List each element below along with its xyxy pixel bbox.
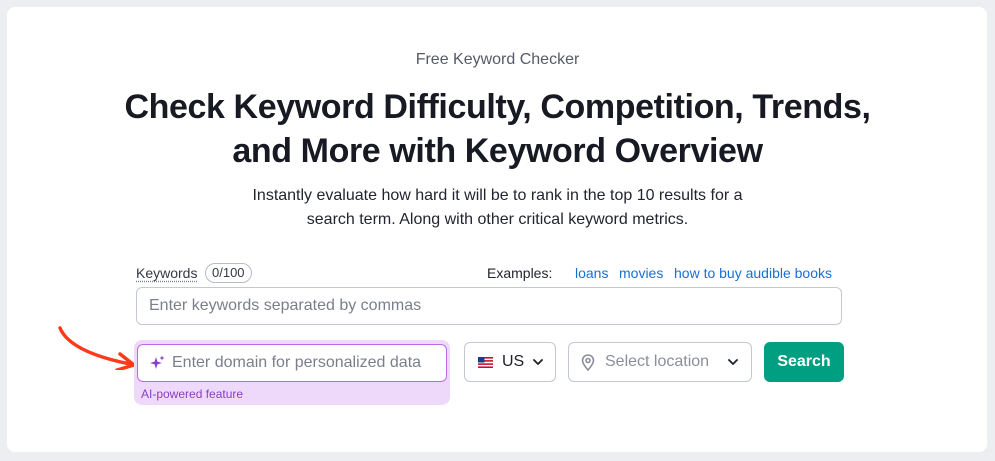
- location-select[interactable]: Select location: [568, 342, 752, 382]
- red-pointer-arrow-icon: [58, 326, 136, 370]
- sparkle-icon: [150, 355, 165, 369]
- chevron-down-icon: [533, 359, 543, 365]
- page-subtitle: Instantly evaluate how hard it will be t…: [230, 184, 765, 232]
- headline-line-1: Check Keyword Difficulty, Competition, T…: [124, 88, 871, 126]
- example-link-movies[interactable]: movies: [619, 265, 663, 281]
- domain-input[interactable]: [172, 345, 442, 380]
- country-selected-value: US: [502, 353, 525, 370]
- keywords-label: Keywords: [136, 265, 198, 281]
- example-link-audible[interactable]: how to buy audible books: [674, 265, 832, 281]
- country-select[interactable]: US: [464, 342, 556, 382]
- search-button[interactable]: Search: [764, 342, 844, 382]
- chevron-down-icon: [728, 359, 738, 365]
- keywords-input[interactable]: [136, 287, 842, 325]
- domain-field[interactable]: [137, 344, 447, 382]
- eyebrow-title: Free Keyword Checker: [415, 51, 580, 68]
- headline-line-2: and More with Keyword Overview: [232, 132, 763, 170]
- subtitle-line-1: Instantly evaluate how hard it will be t…: [252, 187, 743, 204]
- keywords-counter-badge: 0/100: [205, 263, 252, 283]
- ai-powered-note: AI-powered feature: [141, 387, 244, 401]
- example-link-loans[interactable]: loans: [575, 265, 608, 281]
- map-pin-icon: [581, 354, 595, 371]
- page-headline: Check Keyword Difficulty, Competition, T…: [0, 85, 995, 173]
- subtitle-line-2: search term. Along with other critical k…: [306, 211, 689, 228]
- us-flag-icon: [478, 357, 493, 368]
- location-placeholder: Select location: [605, 353, 710, 370]
- examples-label: Examples:: [487, 265, 553, 281]
